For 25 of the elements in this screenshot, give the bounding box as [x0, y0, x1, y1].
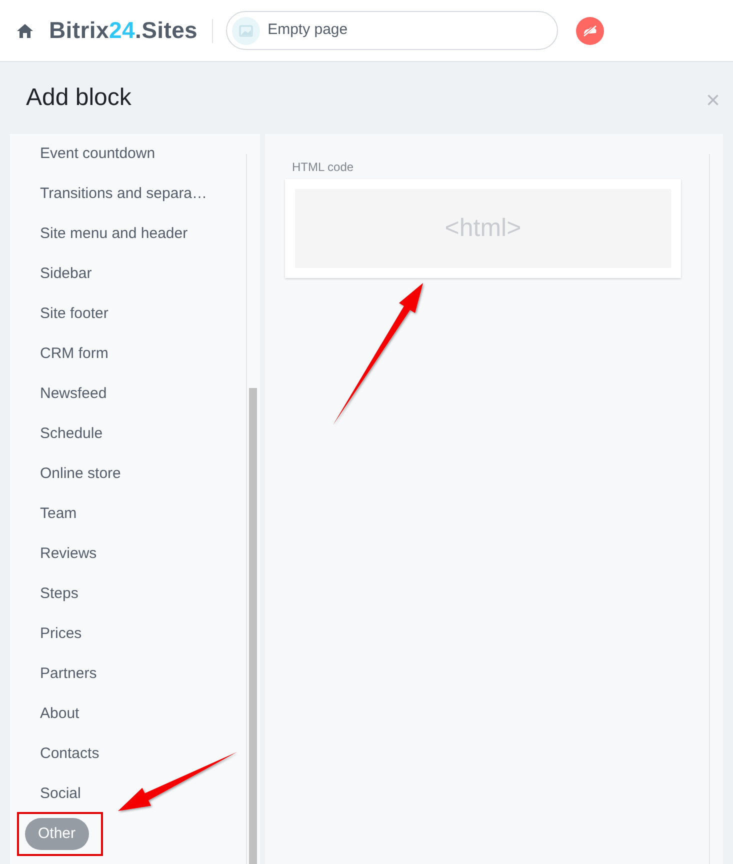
- category-item[interactable]: Newsfeed: [40, 382, 107, 406]
- category-item[interactable]: Event countdown: [40, 142, 156, 166]
- category-item[interactable]: Sidebar: [40, 262, 92, 286]
- category-item[interactable]: Site menu and header: [40, 222, 188, 246]
- category-item[interactable]: Schedule: [40, 422, 103, 446]
- category-item[interactable]: Online store: [40, 462, 121, 486]
- category-item[interactable]: Partners: [40, 662, 97, 686]
- dialog-title: Add block: [26, 83, 132, 113]
- image-icon: [232, 16, 260, 44]
- site-logo[interactable]: Bitrix24.Sites: [49, 13, 198, 48]
- category-item[interactable]: Site footer: [40, 302, 108, 326]
- category-item[interactable]: Team: [40, 502, 77, 526]
- scrollbar-thumb[interactable]: [249, 388, 257, 864]
- category-item[interactable]: Steps: [40, 582, 78, 606]
- category-item[interactable]: Transitions and separa…: [40, 182, 208, 206]
- unpublished-icon[interactable]: [576, 16, 604, 44]
- category-item[interactable]: About: [40, 702, 80, 726]
- category-item[interactable]: CRM form: [40, 342, 108, 366]
- category-item[interactable]: Social: [40, 782, 81, 806]
- block-caption: HTML code: [292, 159, 355, 176]
- category-item[interactable]: Contacts: [40, 742, 100, 766]
- category-item[interactable]: Reviews: [40, 542, 97, 566]
- category-item[interactable]: Prices: [40, 622, 82, 646]
- home-icon[interactable]: [16, 22, 34, 38]
- page-title-field[interactable]: Empty page: [226, 11, 558, 50]
